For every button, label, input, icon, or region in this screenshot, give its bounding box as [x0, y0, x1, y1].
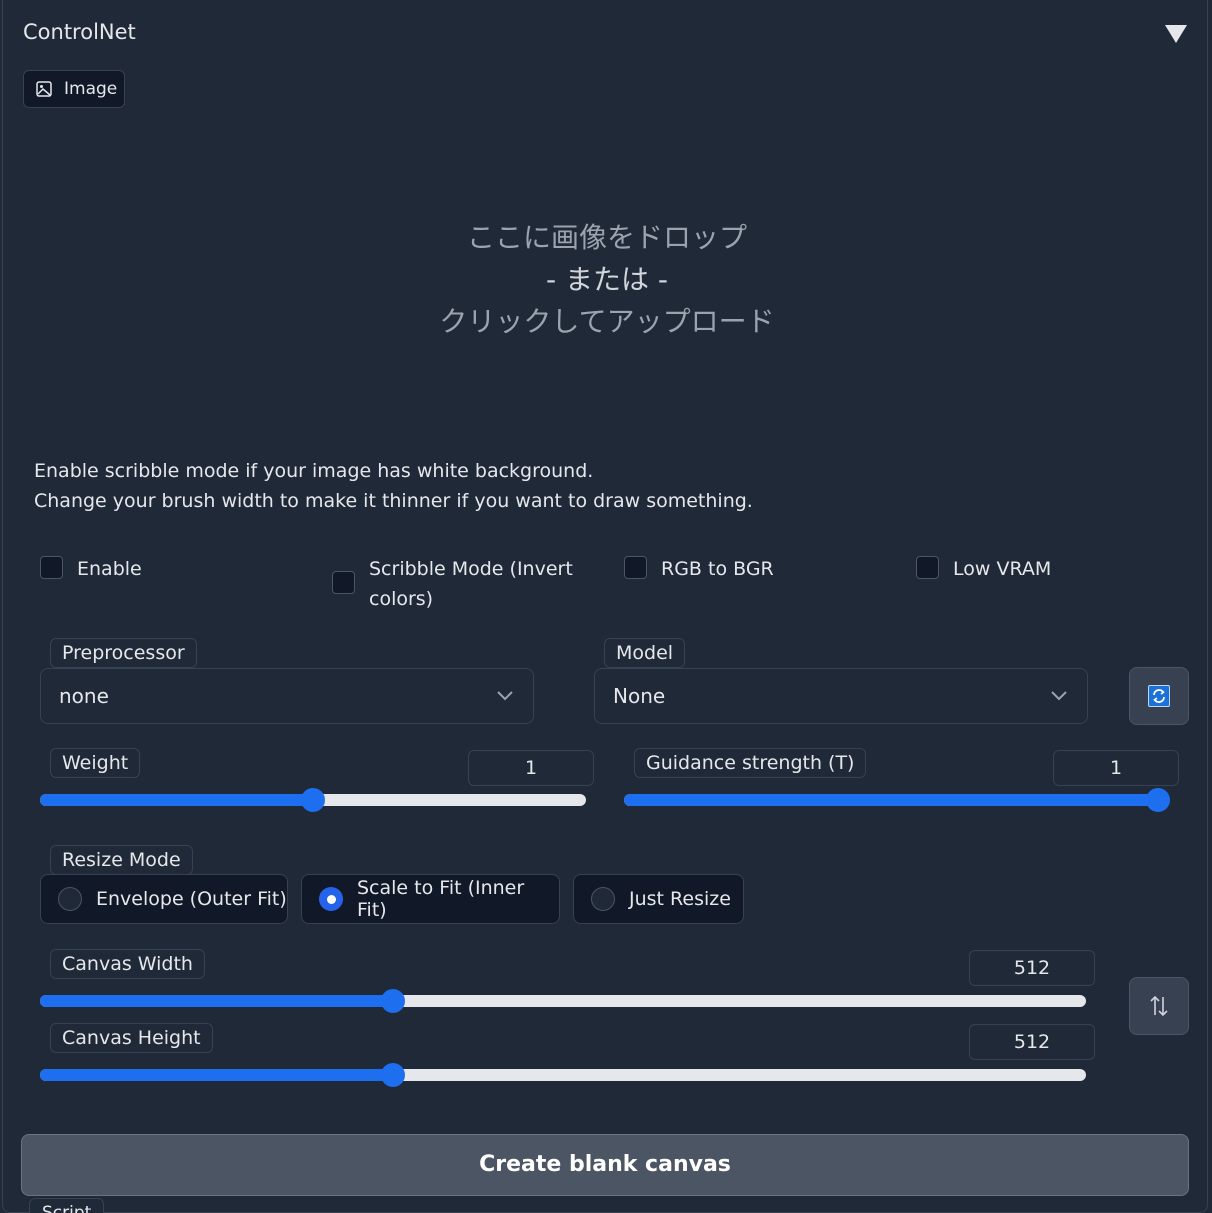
low-vram-checkbox[interactable]: Low VRAM	[916, 554, 1051, 584]
create-blank-canvas-button[interactable]: Create blank canvas	[21, 1134, 1189, 1196]
radio-label: Scale to Fit (Inner Fit)	[357, 877, 525, 921]
scribble-info-text: Enable scribble mode if your image has w…	[34, 456, 753, 516]
model-label: Model	[604, 638, 686, 668]
enable-checkbox[interactable]: Enable	[40, 554, 142, 584]
info-line-2: Change your brush width to make it thinn…	[34, 490, 753, 512]
drop-text: ここに画像をドロップ	[466, 221, 747, 254]
chevron-down-icon	[497, 691, 513, 701]
panel-title: ControlNet	[23, 20, 136, 44]
weight-label: Weight	[50, 748, 141, 778]
click-upload-text: クリックしてアップロード	[439, 305, 775, 338]
guidance-input[interactable]: 1	[1053, 750, 1179, 786]
radio-label: Envelope (Outer Fit)	[96, 888, 287, 910]
rgb-to-bgr-checkbox[interactable]: RGB to BGR	[624, 554, 774, 584]
radio-label: Just Resize	[629, 888, 731, 910]
preprocessor-value: none	[59, 684, 109, 708]
model-select[interactable]: None	[594, 668, 1088, 724]
canvas-width-slider[interactable]	[40, 989, 1086, 1013]
canvas-height-input[interactable]: 512	[969, 1024, 1095, 1060]
checkbox-label: Scribble Mode (Invert colors)	[369, 554, 573, 614]
controlnet-panel: ControlNet Image ここに画像をドロップ - または - クリック…	[2, 0, 1208, 1213]
canvas-width-label: Canvas Width	[50, 949, 205, 979]
slider-thumb[interactable]	[380, 989, 405, 1013]
resize-mode-label: Resize Mode	[50, 845, 193, 875]
checkbox-label: Low VRAM	[953, 558, 1052, 580]
radio-dot-selected[interactable]	[319, 887, 343, 911]
tab-image-label: Image	[64, 79, 118, 99]
radio-dot[interactable]	[591, 887, 615, 911]
checkbox-box[interactable]	[624, 556, 647, 579]
canvas-height-label: Canvas Height	[50, 1023, 213, 1053]
checkbox-label: RGB to BGR	[661, 558, 774, 580]
refresh-models-button[interactable]	[1129, 667, 1189, 725]
script-label: Script	[29, 1198, 105, 1213]
preprocessor-label: Preprocessor	[50, 638, 197, 668]
slider-thumb[interactable]	[301, 788, 325, 812]
radio-dot[interactable]	[58, 887, 82, 911]
image-icon	[36, 81, 52, 97]
guidance-label: Guidance strength (T)	[634, 748, 867, 778]
chevron-down-icon	[1051, 691, 1067, 701]
slider-thumb[interactable]	[1146, 788, 1170, 812]
checkbox-box[interactable]	[40, 556, 63, 579]
slider-fill	[40, 794, 313, 806]
checkbox-box[interactable]	[916, 556, 939, 579]
checkbox-label-line1: Scribble Mode (Invert	[369, 558, 573, 580]
radio-envelope[interactable]: Envelope (Outer Fit)	[40, 874, 288, 924]
slider-fill	[40, 1069, 393, 1081]
scribble-mode-checkbox[interactable]: Scribble Mode (Invert colors)	[332, 554, 582, 614]
radio-scale-to-fit[interactable]: Scale to Fit (Inner Fit)	[301, 874, 560, 924]
model-value: None	[613, 684, 666, 708]
collapse-triangle-icon[interactable]	[1165, 25, 1187, 43]
slider-fill	[624, 794, 1158, 806]
weight-input[interactable]: 1	[468, 750, 594, 786]
weight-slider[interactable]	[40, 788, 586, 812]
preprocessor-select[interactable]: none	[40, 668, 534, 724]
swap-dimensions-button[interactable]	[1129, 977, 1189, 1035]
refresh-icon	[1148, 685, 1170, 707]
slider-fill	[40, 995, 393, 1007]
swap-icon	[1150, 995, 1168, 1017]
checkbox-box[interactable]	[332, 571, 355, 594]
slider-thumb[interactable]	[380, 1063, 405, 1087]
canvas-height-slider[interactable]	[40, 1063, 1086, 1087]
canvas-width-input[interactable]: 512	[969, 950, 1095, 986]
image-drop-zone[interactable]: ここに画像をドロップ - または - クリックしてアップロード	[23, 120, 1191, 440]
guidance-slider[interactable]	[624, 788, 1170, 812]
drop-or-text: - または -	[545, 263, 668, 296]
checkbox-label-line2: colors)	[369, 588, 434, 610]
tab-image[interactable]: Image	[23, 70, 125, 108]
radio-just-resize[interactable]: Just Resize	[573, 874, 744, 924]
info-line-1: Enable scribble mode if your image has w…	[34, 460, 594, 482]
checkbox-label: Enable	[77, 558, 142, 580]
